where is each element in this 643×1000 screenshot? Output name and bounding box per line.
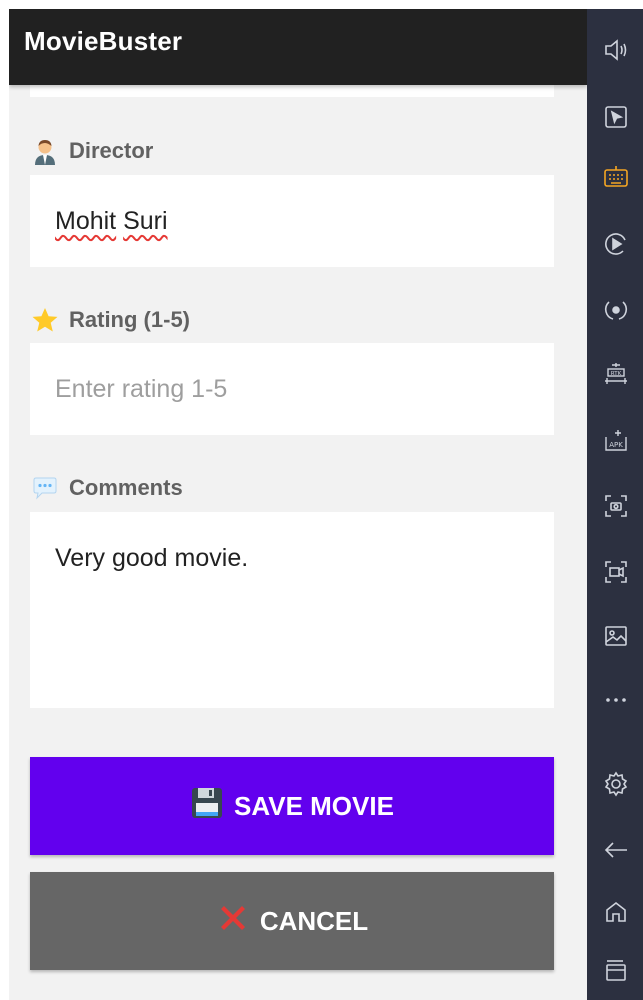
screenshot-icon[interactable] (603, 493, 629, 519)
cross-mark-icon (216, 901, 250, 942)
svg-text:APK: APK (609, 441, 623, 449)
rating-input[interactable]: Enter rating 1-5 (30, 343, 554, 435)
comments-input[interactable]: Very good movie. (30, 512, 554, 708)
apk-icon[interactable]: APK (603, 427, 629, 453)
director-label-text: Director (69, 138, 154, 163)
cancel-label: CANCEL (259, 905, 369, 936)
save-movie-label: SAVE MOVIE (234, 790, 394, 821)
recent-apps-icon[interactable] (603, 957, 629, 983)
emulator-screen: MovieBuster Director Mohit Suri Rating (… (0, 0, 643, 1000)
rating-label: Rating (1-5) (31, 306, 190, 334)
keyboard-icon[interactable] (603, 164, 629, 190)
comments-label: Comments (31, 474, 183, 502)
play-record-icon[interactable] (603, 231, 629, 257)
gallery-icon[interactable] (603, 623, 629, 649)
director-value-first: Mohit (55, 206, 117, 235)
rating-placeholder: Enter rating 1-5 (55, 374, 228, 403)
star-icon (31, 306, 59, 334)
emulator-toolbar: RTK APK (587, 9, 643, 1000)
save-movie-button[interactable]: SAVE MOVIE (30, 757, 554, 855)
home-icon[interactable] (603, 899, 629, 925)
comments-label-text: Comments (69, 475, 183, 500)
director-input[interactable]: Mohit Suri (30, 175, 554, 267)
comments-value: Very good movie. (55, 544, 249, 572)
pointer-icon[interactable] (603, 104, 629, 130)
back-icon[interactable] (603, 837, 629, 863)
speech-balloon-icon (31, 474, 59, 502)
floppy-disk-icon (190, 786, 224, 827)
svg-text:RTK: RTK (611, 371, 622, 377)
screen-record-icon[interactable] (603, 559, 629, 585)
rotate-icon[interactable] (603, 297, 629, 323)
director-value-second: Suri (123, 206, 168, 235)
app-title: MovieBuster (24, 26, 183, 56)
man-office-worker-icon (31, 137, 59, 165)
more-icon[interactable] (603, 687, 629, 713)
volume-icon[interactable] (603, 37, 629, 63)
app-window: MovieBuster Director Mohit Suri Rating (… (9, 9, 587, 1000)
rating-label-text: Rating (1-5) (69, 307, 190, 332)
director-label: Director (31, 137, 153, 165)
cancel-button[interactable]: CANCEL (30, 872, 554, 970)
app-bar: MovieBuster (9, 9, 587, 85)
settings-icon[interactable] (603, 771, 629, 797)
apk-install-icon[interactable]: RTK (603, 361, 629, 387)
